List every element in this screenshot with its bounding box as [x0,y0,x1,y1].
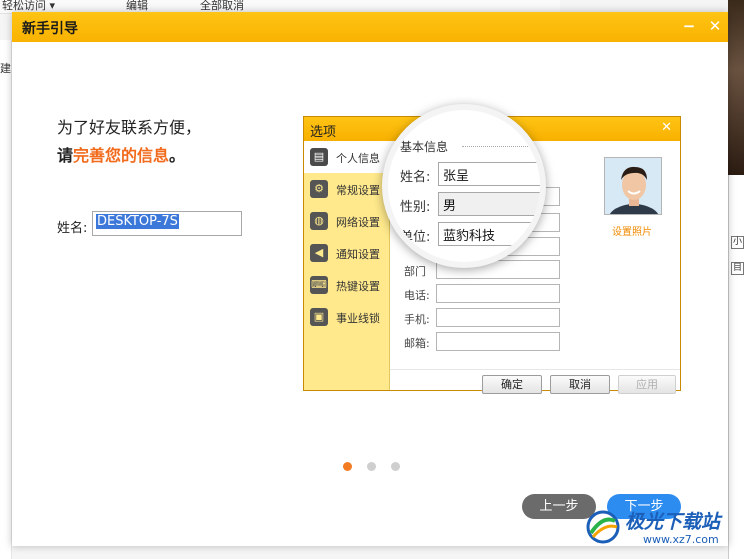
options-nav-label: 热键设置 [336,280,380,293]
background-right-box[interactable]: 小 [731,236,744,249]
options-dept-label: 部门 [404,265,426,278]
name-input-value: DESKTOP-7S [96,214,179,229]
background-left-label: 建 [0,62,11,75]
name-input[interactable]: DESKTOP-7S [92,211,242,236]
keyboard-icon: ⌨ [310,276,328,294]
mag-company-label: 单位: [400,230,431,245]
options-nav-network: ◍ 网络设置 [304,205,390,237]
intro-prefix: 请 [57,146,74,165]
gear-icon: ⚙ [310,180,328,198]
magnifier-lens: 基本信息 姓名: 张呈 性别: 男 单位: 蓝豹科技 [382,104,546,268]
dialog-title: 新手引导 [22,21,78,37]
intro-highlight: 完善您的信息 [73,146,170,165]
avatar [604,157,662,215]
mag-gender-select: 男 [438,192,540,216]
options-nav-lock: ▣ 事业线锁 [304,301,390,333]
minimize-button[interactable]: − [680,17,698,35]
guide-dialog: 新手引导 − ✕ 为了好友联系方便， 请完善您的信息。 姓名: DESKTOP-… [12,12,728,546]
apply-button: 应用 [618,375,676,394]
heading-rule [462,146,540,147]
options-nav-personal-info: ▤ 个人信息 [304,141,390,173]
options-mobile-label: 手机: [404,313,430,326]
options-field-phone [436,284,560,303]
options-nav-label: 常规设置 [336,184,380,197]
cancel-button: 取消 [550,375,610,394]
close-icon: ✕ [661,120,672,135]
mag-company-field: 蓝豹科技 [438,222,540,246]
options-nav-label: 通知设置 [336,248,380,261]
name-label: 姓名: [57,221,88,236]
options-nav-label: 网络设置 [336,216,380,229]
page-dot-3[interactable] [391,462,400,471]
options-field-mobile [436,308,560,327]
background-photo [728,0,744,175]
options-field-email [436,332,560,351]
background-left-pane [0,40,12,559]
intro-line-1: 为了好友联系方便， [57,118,202,137]
set-photo-link: 设置照片 [612,227,652,238]
close-button[interactable]: ✕ [706,17,724,35]
options-nav-general: ⚙ 常规设置 [304,173,390,205]
intro-line-2: 请完善您的信息。 [57,142,185,166]
watermark-text: 极光下载站 [625,511,721,533]
mag-gender-label: 性别: [400,200,431,215]
globe-icon: ◍ [310,212,328,230]
watermark-url: www.xz7.com [643,533,719,546]
ok-button: 确定 [482,375,542,394]
speaker-icon: ◀ [310,244,328,262]
intro-suffix: 。 [169,146,186,165]
options-title: 选项 [310,125,337,140]
options-nav-label: 个人信息 [336,152,380,165]
id-card-icon: ▤ [310,148,328,166]
lock-icon: ▣ [310,308,328,326]
mag-name-label: 姓名: [400,170,431,185]
mag-name-field: 张呈 [438,162,540,186]
background-right-box[interactable]: 目 [731,262,744,275]
options-nav-label: 事业线锁 [336,312,380,325]
page-dot-2[interactable] [367,462,376,471]
page-dot-1[interactable] [343,462,352,471]
options-divider [390,369,680,370]
options-sidebar: ▤ 个人信息 ⚙ 常规设置 ◍ 网络设置 ◀ 通知设置 ⌨ 热键设置 ▣ 事业线… [304,141,390,390]
options-nav-hotkey: ⌨ 热键设置 [304,269,390,301]
options-phone-label: 电话: [404,289,430,302]
aurora-logo-icon [586,510,620,544]
title-bar[interactable]: 新手引导 − ✕ [12,12,728,42]
options-email-label: 邮箱: [404,337,430,350]
basic-info-heading: 基本信息 [400,140,449,154]
options-nav-notify: ◀ 通知设置 [304,237,390,269]
watermark: 极光下载站 www.xz7.com [585,505,735,551]
